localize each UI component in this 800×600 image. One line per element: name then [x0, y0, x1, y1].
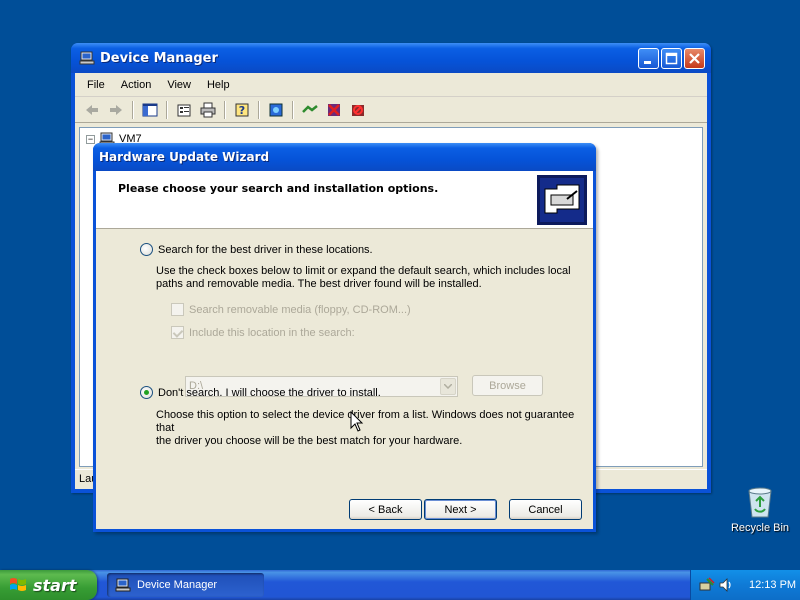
back-button[interactable]	[81, 100, 103, 120]
device-manager-title: Device Manager	[100, 50, 218, 66]
removable-media-checkbox[interactable]	[171, 303, 184, 316]
chevron-down-icon[interactable]	[440, 378, 456, 395]
windows-logo-icon	[10, 578, 26, 591]
menu-help[interactable]: Help	[199, 79, 238, 91]
mouse-cursor-icon	[350, 411, 364, 432]
start-label: start	[33, 575, 77, 595]
menu-view[interactable]: View	[159, 79, 199, 91]
disable-device-icon	[328, 103, 340, 116]
menu-bar: File Action View Help	[75, 73, 707, 97]
include-location-checkbox-row[interactable]: Include this location in the search:	[171, 326, 355, 339]
dont-search-description: Choose this option to select the device …	[156, 409, 593, 448]
wizard-heading: Please choose your search and installati…	[118, 182, 439, 195]
system-tray: 12:13 PM	[690, 570, 800, 600]
dont-search-option-row[interactable]: Don't search. I will choose the driver t…	[140, 386, 381, 399]
update-driver-icon	[302, 104, 318, 113]
speaker-icon[interactable]	[719, 577, 733, 593]
maximize-button[interactable]	[661, 48, 682, 69]
minimize-button[interactable]	[638, 48, 659, 69]
device-manager-titlebar[interactable]: Device Manager	[71, 43, 711, 73]
scan-hardware-button[interactable]	[265, 100, 287, 120]
recycle-bin[interactable]: Recycle Bin	[727, 485, 793, 534]
search-radio[interactable]	[140, 243, 153, 256]
properties-button[interactable]	[173, 100, 195, 120]
close-button[interactable]	[684, 48, 705, 69]
scan-hardware-icon	[269, 103, 283, 116]
browse-label: Browse	[489, 379, 526, 392]
collapse-toggle[interactable]: −	[86, 134, 95, 144]
include-location-checkbox[interactable]	[171, 326, 184, 339]
dont-search-label: Don't search. I will choose the driver t…	[158, 386, 381, 399]
update-driver-button[interactable]	[299, 100, 321, 120]
menu-file[interactable]: File	[79, 79, 113, 91]
back-label: < Back	[368, 503, 403, 516]
recycle-bin-label: Recycle Bin	[730, 522, 790, 534]
uninstall-device-button[interactable]	[347, 100, 369, 120]
taskbar-item-device-manager[interactable]: Device Manager	[107, 573, 264, 597]
print-button[interactable]	[197, 100, 219, 120]
wizard-titlebar[interactable]: Hardware Update Wizard	[93, 143, 596, 171]
computer-icon	[79, 51, 95, 65]
wizard-header: Please choose your search and installati…	[96, 171, 593, 229]
wizard-title: Hardware Update Wizard	[99, 150, 270, 164]
start-button[interactable]: start	[0, 570, 97, 600]
dont-search-radio[interactable]	[140, 386, 153, 399]
close-icon	[689, 53, 700, 64]
browse-button[interactable]: Browse	[472, 375, 543, 396]
search-desc-line2: paths and removable media. The best driv…	[156, 278, 482, 290]
print-icon	[200, 102, 216, 117]
cancel-label: Cancel	[528, 503, 563, 516]
next-label: Next >	[444, 503, 477, 516]
forward-arrow-icon	[110, 104, 122, 115]
disable-device-button[interactable]	[323, 100, 345, 120]
hardware-tray-icon[interactable]	[699, 577, 715, 593]
removable-media-checkbox-row[interactable]: Search removable media (floppy, CD-ROM..…	[171, 303, 411, 316]
taskbar: start Device Manager 12:13 PM	[0, 570, 800, 600]
hardware-update-wizard-dialog: Hardware Update Wizard Please choose you…	[93, 143, 596, 532]
cancel-button[interactable]: Cancel	[509, 499, 582, 520]
recycle-bin-icon	[748, 487, 772, 518]
dont-search-desc-line1: Choose this option to select the device …	[156, 409, 575, 434]
include-location-label: Include this location in the search:	[189, 326, 355, 339]
help-icon: ?	[235, 103, 249, 117]
clock[interactable]: 12:13 PM	[749, 579, 796, 591]
computer-icon	[115, 578, 131, 592]
svg-text:?: ?	[239, 104, 245, 117]
dont-search-desc-line2: the driver you choose will be the best m…	[156, 435, 463, 447]
uninstall-device-icon	[352, 104, 364, 116]
back-button[interactable]: < Back	[349, 499, 422, 520]
back-arrow-icon	[86, 104, 98, 115]
search-option-description: Use the check boxes below to limit or ex…	[156, 265, 571, 291]
maximize-icon	[665, 52, 678, 65]
forward-button[interactable]	[105, 100, 127, 120]
help-button[interactable]: ?	[231, 100, 253, 120]
taskbar-item-label: Device Manager	[137, 579, 218, 591]
console-tree-icon	[142, 103, 158, 116]
toolbar: ?	[75, 97, 707, 123]
menu-action[interactable]: Action	[113, 79, 160, 91]
search-option[interactable]: Search for the best driver in these loca…	[140, 243, 373, 256]
removable-media-label: Search removable media (floppy, CD-ROM..…	[189, 303, 411, 316]
hardware-card-icon	[537, 175, 587, 225]
search-desc-line1: Use the check boxes below to limit or ex…	[156, 265, 571, 277]
minimize-icon	[644, 61, 651, 64]
search-option-label: Search for the best driver in these loca…	[158, 243, 373, 256]
properties-icon	[177, 104, 191, 116]
next-button[interactable]: Next >	[424, 499, 497, 520]
show-hide-console-tree-button[interactable]	[139, 100, 161, 120]
